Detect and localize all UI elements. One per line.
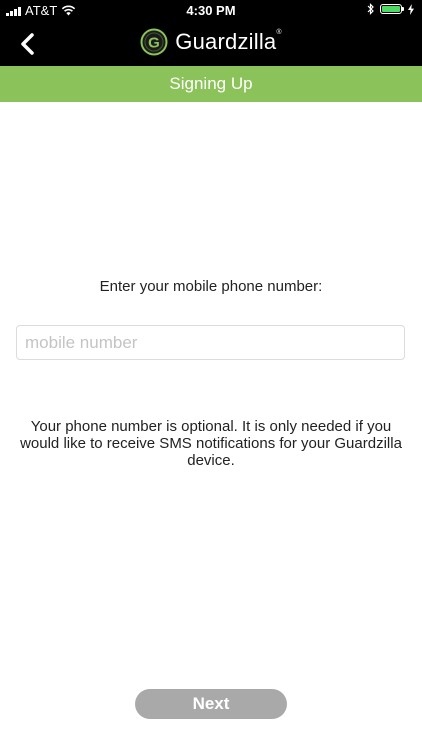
next-button[interactable]: Next <box>135 689 287 719</box>
status-right <box>367 3 414 15</box>
mobile-number-input[interactable] <box>16 325 405 360</box>
guardzilla-logo-icon: G <box>140 28 168 56</box>
status-bar: AT&T 4:30 PM <box>0 0 422 22</box>
page-title: Signing Up <box>169 74 253 93</box>
brand-logo: G Guardzilla® <box>0 28 422 56</box>
brand-name-text: Guardzilla <box>175 29 277 54</box>
brand-name: Guardzilla® <box>175 29 281 55</box>
phone-prompt: Enter your mobile phone number: <box>99 278 323 295</box>
page-title-bar: Signing Up <box>0 66 422 102</box>
optional-note: Your phone number is optional. It is onl… <box>20 418 402 469</box>
status-time: 4:30 PM <box>186 3 236 18</box>
nav-bar: G Guardzilla® <box>0 22 422 66</box>
battery-icon <box>380 4 404 14</box>
charging-bolt-icon <box>408 3 414 15</box>
svg-text:G: G <box>148 35 160 52</box>
bluetooth-icon <box>367 3 374 15</box>
brand-registered-mark: ® <box>276 29 282 36</box>
